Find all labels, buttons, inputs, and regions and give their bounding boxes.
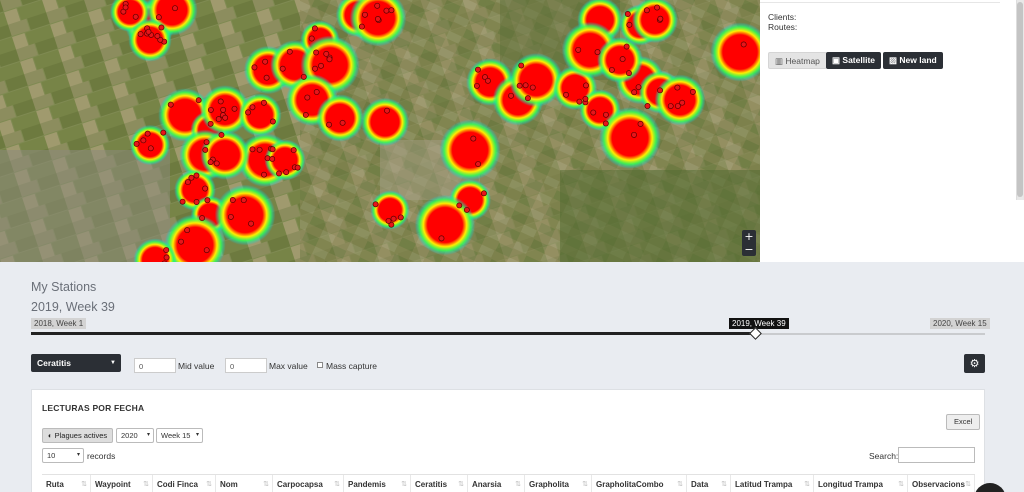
zoom-in-button[interactable]: + xyxy=(742,230,756,243)
max-value-input[interactable]: 0 xyxy=(225,358,267,373)
column-header-label: Codi Finca xyxy=(157,480,198,489)
week-slider-fill xyxy=(31,332,757,335)
column-header-longitud-trampa[interactable]: Longitud Trampa ⇅ xyxy=(814,475,908,492)
sort-icon: ⇅ xyxy=(263,481,269,488)
year-value: 2020 xyxy=(121,431,138,440)
mass-capture-label: Mass capture xyxy=(326,361,378,371)
panel-top-divider xyxy=(760,0,1000,3)
stations-section: My Stations 2019, Week 39 2018, Week 1 2… xyxy=(0,262,1024,492)
column-header-label: Observacions xyxy=(912,480,965,489)
records-label: records xyxy=(87,451,116,461)
sort-icon: ⇅ xyxy=(965,481,971,488)
sort-icon: ⇅ xyxy=(721,481,727,488)
images-icon: ▣ xyxy=(832,55,841,65)
sort-icon: ⇅ xyxy=(334,481,340,488)
mid-value-label: Mid value xyxy=(178,361,215,371)
column-header-grapholitacombo[interactable]: GrapholitaCombo ⇅ xyxy=(592,475,687,492)
map-icon: ▥ xyxy=(775,56,784,66)
slider-start-label: 2018, Week 1 xyxy=(31,318,87,329)
column-header-pandemis[interactable]: Pandemis ⇅ xyxy=(344,475,411,492)
max-value-label: Max value xyxy=(269,361,308,371)
routes-label: Routes: xyxy=(768,22,798,32)
column-header-label: GrapholitaCombo xyxy=(596,480,664,489)
column-header-label: Ruta xyxy=(46,480,64,489)
new-land-button-label: New land xyxy=(899,55,937,65)
column-header-ruta[interactable]: Ruta ⇅ xyxy=(42,475,91,492)
column-header-carpocapsa[interactable]: Carpocapsa ⇅ xyxy=(273,475,344,492)
sort-icon: ⇅ xyxy=(677,481,683,488)
toggle-icon: ◐ xyxy=(48,431,53,440)
caret-down-icon: ▼ xyxy=(110,360,116,366)
heatmap-button-label: Heatmap xyxy=(785,56,820,66)
caret-down-icon: ▾ xyxy=(195,432,199,438)
column-header-label: Carpocapsa xyxy=(277,480,323,489)
sort-icon: ⇅ xyxy=(582,481,588,488)
slider-current-label: 2019, Week 39 xyxy=(729,318,789,329)
page-size-select[interactable]: 10 ▾ xyxy=(42,448,84,463)
column-header-label: Nom xyxy=(220,480,238,489)
column-header-observacions[interactable]: Observacions ⇅ xyxy=(908,475,975,492)
sort-icon: ⇅ xyxy=(515,481,521,488)
week-value: Week 15 xyxy=(161,431,191,440)
sort-icon: ⇅ xyxy=(81,481,87,488)
satellite-button-label: Satellite xyxy=(842,55,876,65)
heatmap-button[interactable]: ▥ Heatmap xyxy=(768,52,827,69)
search-input[interactable] xyxy=(898,447,975,463)
column-header-label: Waypoint xyxy=(95,480,131,489)
column-header-anarsia[interactable]: Anarsia ⇅ xyxy=(468,475,525,492)
sort-icon: ⇅ xyxy=(804,481,810,488)
sort-icon: ⇅ xyxy=(401,481,407,488)
column-header-label: Longitud Trampa xyxy=(818,480,883,489)
readings-title: LECTURAS POR FECHA xyxy=(42,403,145,413)
column-header-waypoint[interactable]: Waypoint ⇅ xyxy=(91,475,153,492)
side-scrollbar-thumb[interactable] xyxy=(1017,2,1023,197)
image-icon: ▨ xyxy=(889,55,898,65)
current-week: 2019, Week 39 xyxy=(31,300,115,314)
stations-title: My Stations xyxy=(31,280,97,294)
satellite-button[interactable]: ▣ Satellite xyxy=(826,52,882,69)
pest-select-value: Ceratitis xyxy=(37,358,72,368)
column-header-label: Anarsia xyxy=(472,480,502,489)
column-header-ceratitis[interactable]: Ceratitis ⇅ xyxy=(411,475,468,492)
column-header-data[interactable]: Data ⇅ xyxy=(687,475,731,492)
column-header-codi-finca[interactable]: Codi Finca ⇅ xyxy=(153,475,216,492)
pest-select[interactable]: Ceratitis ▼ xyxy=(31,354,121,372)
table-header: Ruta ⇅ Waypoint ⇅ Codi Finca ⇅ Nom ⇅ Carpocapsa ⇅… xyxy=(42,474,975,492)
sort-icon: ⇅ xyxy=(898,481,904,488)
year-select[interactable]: 2020 ▾ xyxy=(116,428,154,443)
sort-icon: ⇅ xyxy=(458,481,464,488)
map-side-panel xyxy=(760,0,1024,262)
column-header-latitud-trampa[interactable]: Latitud Trampa ⇅ xyxy=(731,475,814,492)
column-header-label: Ceratitis xyxy=(415,480,448,489)
sort-icon: ⇅ xyxy=(206,481,212,488)
plagues-toggle-button[interactable]: ◐ Plagues actives xyxy=(42,428,114,443)
column-header-nom[interactable]: Nom ⇅ xyxy=(216,475,273,492)
readings-card: LECTURAS POR FECHA Excel ◐ Plagues activ… xyxy=(31,389,985,492)
excel-button[interactable]: Excel xyxy=(946,414,981,430)
mid-value-input[interactable]: 0 xyxy=(134,358,176,373)
settings-button[interactable]: ⚙ xyxy=(964,354,985,373)
zoom-out-button[interactable]: − xyxy=(742,243,756,256)
new-land-button[interactable]: ▨ New land xyxy=(883,52,943,69)
column-header-grapholita[interactable]: Grapholita ⇅ xyxy=(525,475,592,492)
gear-icon: ⚙ xyxy=(969,357,980,370)
column-header-label: Data xyxy=(691,480,709,489)
satellite-map[interactable]: + − xyxy=(0,0,760,262)
plagues-label: Plagues actives xyxy=(54,431,108,440)
mass-capture-checkbox[interactable] xyxy=(317,362,323,368)
column-header-label: Latitud Trampa xyxy=(735,480,793,489)
caret-down-icon: ▾ xyxy=(76,452,80,458)
map-terrain xyxy=(0,0,760,262)
week-slider-handle[interactable] xyxy=(749,327,762,340)
column-header-label: Grapholita xyxy=(529,480,570,489)
column-header-label: Pandemis xyxy=(348,480,386,489)
clients-label: Clients: xyxy=(768,12,797,22)
zoom-control: + − xyxy=(742,230,756,256)
search-label: Search: xyxy=(869,451,899,461)
week-select[interactable]: Week 15 ▾ xyxy=(156,428,203,443)
page-size-value: 10 xyxy=(47,451,56,460)
caret-down-icon: ▾ xyxy=(146,432,150,438)
sort-icon: ⇅ xyxy=(143,481,149,488)
slider-end-label: 2020, Week 15 xyxy=(930,318,990,329)
